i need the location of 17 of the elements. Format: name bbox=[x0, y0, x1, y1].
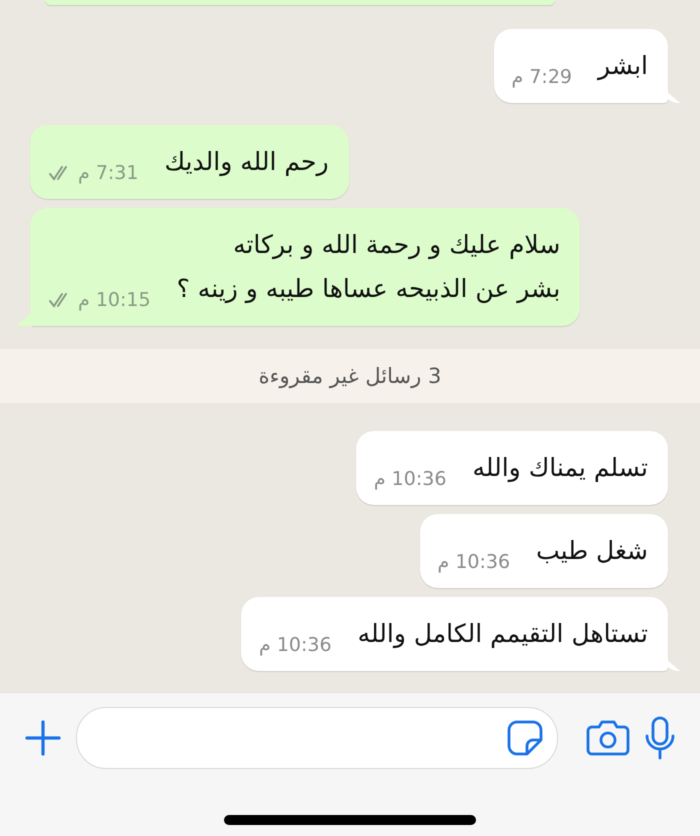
message-text: سلام عليك و رحمة الله و بركاته بشر عن الذبيحه عساها طيبه و زينه ؟ bbox=[176, 229, 560, 306]
message-text: ابشر bbox=[598, 50, 648, 82]
message-time: 10:36 م bbox=[438, 551, 510, 573]
message-time: 10:15 م bbox=[78, 289, 151, 311]
message-time: 10:36 م bbox=[374, 468, 446, 490]
message-time: 7:29 م bbox=[512, 66, 572, 88]
message-time: 10:36 م bbox=[259, 634, 332, 656]
message-text: شغل طيب bbox=[536, 535, 648, 567]
add-icon[interactable] bbox=[24, 719, 62, 757]
unread-count-text: 3 رسائل غير مقروءة bbox=[258, 364, 442, 388]
message-time: 7:31 م bbox=[78, 162, 138, 184]
message-text: رحم الله والديك bbox=[164, 146, 329, 178]
message-text: تستاهل التقيمم الكامل والله bbox=[358, 618, 648, 650]
microphone-icon[interactable] bbox=[644, 716, 676, 760]
message-text: تسلم يمناك والله bbox=[472, 452, 648, 484]
sticker-icon[interactable] bbox=[507, 720, 543, 756]
camera-icon[interactable] bbox=[586, 719, 630, 757]
